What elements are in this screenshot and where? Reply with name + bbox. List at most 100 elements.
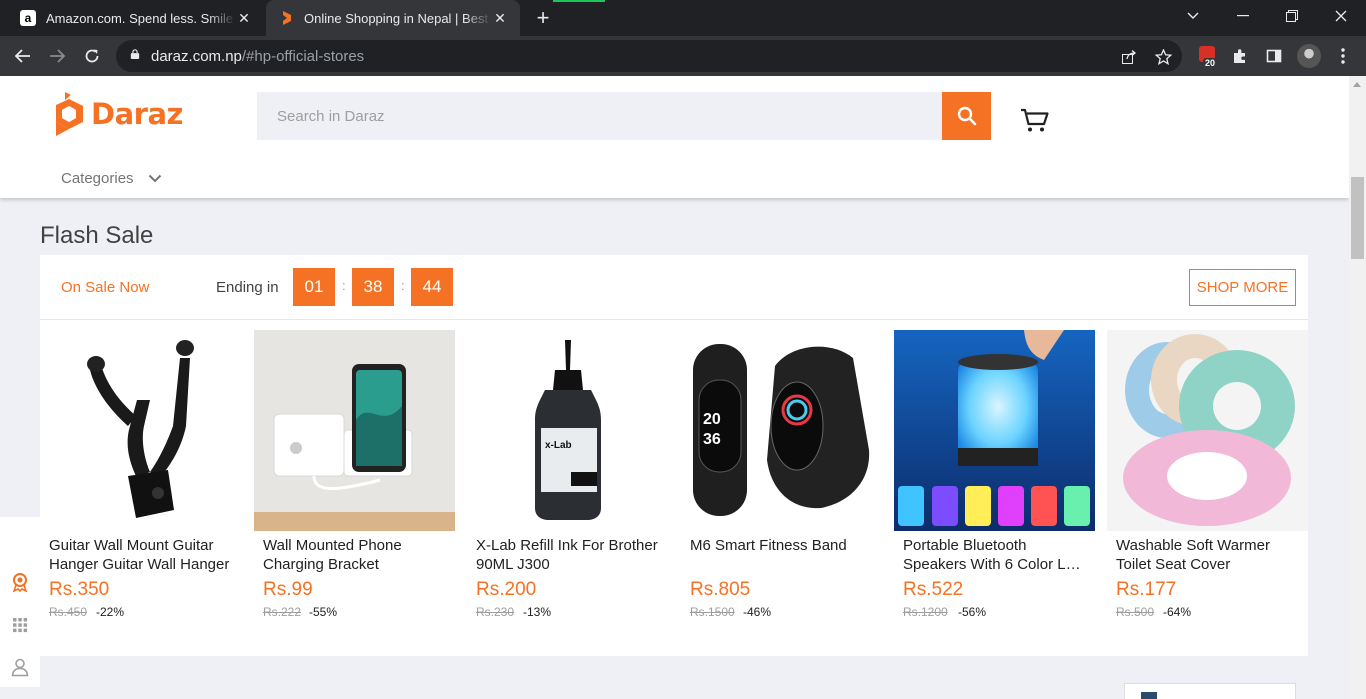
product-price: Rs.522: [903, 579, 964, 600]
countdown-separator: :: [401, 278, 405, 293]
product-price: Rs.99: [263, 579, 313, 600]
scrollbar-thumb[interactable]: [1351, 177, 1364, 259]
search-input[interactable]: [257, 92, 942, 140]
share-icon[interactable]: [1118, 46, 1140, 68]
search-icon: [957, 106, 976, 126]
svg-text:x-Lab: x-Lab: [545, 440, 572, 451]
restore-icon[interactable]: [1268, 0, 1316, 32]
product-name[interactable]: Wall Mounted Phone Charging Bracket: [263, 536, 447, 574]
product-card[interactable]: Washable Soft Warmer Toilet Seat Cover R…: [1107, 330, 1308, 630]
countdown-minutes: 38: [352, 268, 394, 306]
extension-badge-count: 20: [1203, 58, 1218, 68]
on-sale-label: On Sale Now: [61, 279, 150, 296]
tab-title: Online Shopping in Nepal | Best Prices: [304, 10, 492, 26]
daraz-favicon-icon: [283, 11, 291, 25]
close-window-icon[interactable]: [1317, 0, 1365, 32]
chat-icon: [1141, 692, 1157, 699]
countdown-seconds: 44: [411, 268, 453, 306]
product-name[interactable]: Portable Bluetooth Speakers With 6 Color…: [903, 536, 1087, 574]
back-icon[interactable]: [9, 42, 37, 70]
url-path: /#hp-official-stores: [241, 48, 365, 65]
extensions-puzzle-icon[interactable]: [1228, 44, 1252, 68]
tab-amazon[interactable]: a Amazon.com. Spend less. Smile more. ✕: [8, 0, 264, 36]
product-old-price: Rs.230: [476, 605, 515, 619]
product-image[interactable]: [40, 330, 241, 531]
product-image[interactable]: x-Lab: [467, 330, 668, 531]
ending-in-label: Ending in: [216, 279, 279, 296]
svg-text:36: 36: [703, 431, 721, 448]
product-card[interactable]: Portable Bluetooth Speakers With 6 Color…: [894, 330, 1095, 630]
logo-wordmark: Daraz: [91, 97, 183, 131]
product-discount: -55%: [309, 605, 338, 619]
shop-more-button[interactable]: SHOP MORE: [1189, 269, 1296, 306]
cart-icon: [1021, 108, 1049, 132]
grid-apps-icon[interactable]: [10, 615, 30, 635]
countdown-separator: :: [342, 278, 346, 293]
product-old-price: Rs.1500: [690, 605, 735, 619]
product-image[interactable]: [894, 330, 1095, 531]
page-scrollbar[interactable]: [1349, 76, 1366, 699]
product-image[interactable]: [1107, 330, 1308, 531]
product-discount: -22%: [96, 605, 125, 619]
tab-indicator: [553, 0, 605, 2]
profile-avatar[interactable]: [1297, 44, 1321, 68]
page-viewport: Daraz Categories Flash Sale On Sale Now …: [0, 76, 1349, 699]
product-image[interactable]: 20 36: [681, 330, 882, 531]
tab-title: Amazon.com. Spend less. Smile more.: [46, 10, 236, 26]
daraz-logo-icon: [56, 92, 83, 136]
product-old-price: Rs.222: [263, 605, 302, 619]
product-old-price: Rs.1200: [903, 605, 948, 619]
product-discount: -46%: [743, 605, 772, 619]
minimize-icon[interactable]: [1219, 0, 1267, 32]
chat-widget[interactable]: [1124, 683, 1296, 699]
product-image[interactable]: [254, 330, 455, 531]
close-tab-icon[interactable]: ✕: [236, 10, 252, 27]
product-price: Rs.350: [49, 579, 110, 600]
lock-icon: [130, 49, 140, 59]
flash-sale-bar: On Sale Now Ending in 01 : 38 : 44 SHOP …: [40, 255, 1308, 320]
product-price: Rs.177: [1116, 579, 1177, 600]
side-panel-icon[interactable]: [1262, 44, 1286, 68]
award-icon[interactable]: [10, 572, 30, 592]
product-card[interactable]: Guitar Wall Mount Guitar Hanger Guitar W…: [40, 330, 241, 630]
product-price: Rs.200: [476, 579, 537, 600]
menu-kebab-icon[interactable]: [1331, 44, 1355, 68]
product-card[interactable]: x-Lab X-Lab Refill Ink For Brother 90ML …: [467, 330, 668, 630]
product-name[interactable]: M6 Smart Fitness Band: [690, 536, 874, 574]
tab-daraz[interactable]: Online Shopping in Nepal | Best Prices ✕: [266, 0, 520, 36]
flash-sale-title: Flash Sale: [40, 222, 154, 249]
product-old-price: Rs.450: [49, 605, 88, 619]
daraz-logo[interactable]: Daraz: [56, 92, 183, 136]
categories-label: Categories: [61, 170, 134, 187]
amazon-favicon-icon: a: [20, 10, 36, 26]
search-button[interactable]: [942, 92, 991, 140]
product-card[interactable]: Wall Mounted Phone Charging Bracket Rs.9…: [254, 330, 455, 630]
search-box: [257, 92, 942, 140]
reload-icon[interactable]: [78, 42, 106, 70]
bookmark-star-icon[interactable]: [1152, 46, 1174, 68]
chevron-down-icon: [148, 174, 161, 183]
forward-icon[interactable]: [43, 42, 71, 70]
product-discount: -64%: [1163, 605, 1192, 619]
cart-button[interactable]: [1019, 104, 1051, 136]
product-discount: -13%: [523, 605, 552, 619]
categories-dropdown[interactable]: Categories: [61, 170, 162, 187]
scroll-up-arrow-icon[interactable]: [1353, 82, 1361, 87]
product-name[interactable]: Guitar Wall Mount Guitar Hanger Guitar W…: [49, 536, 233, 574]
new-tab-button[interactable]: +: [530, 5, 556, 30]
side-dock: [0, 517, 40, 687]
close-tab-icon[interactable]: ✕: [492, 10, 508, 27]
url-host: daraz.com.np: [151, 48, 242, 65]
user-icon[interactable]: [10, 657, 30, 677]
address-toolbar: daraz.com.np/#hp-official-stores 20: [0, 36, 1366, 76]
product-price: Rs.805: [690, 579, 751, 600]
product-discount: -56%: [958, 605, 987, 619]
tab-search-icon[interactable]: [1169, 0, 1217, 32]
site-header: Daraz Categories: [0, 76, 1349, 198]
address-bar[interactable]: daraz.com.np/#hp-official-stores: [116, 40, 1182, 72]
product-card[interactable]: 20 36 M6 Smart Fitness Band Rs.805 Rs.15…: [681, 330, 882, 630]
product-name[interactable]: Washable Soft Warmer Toilet Seat Cover: [1116, 536, 1300, 574]
svg-text:20: 20: [703, 411, 721, 428]
product-name[interactable]: X-Lab Refill Ink For Brother 90ML J300: [476, 536, 660, 574]
product-old-price: Rs.500: [1116, 605, 1155, 619]
